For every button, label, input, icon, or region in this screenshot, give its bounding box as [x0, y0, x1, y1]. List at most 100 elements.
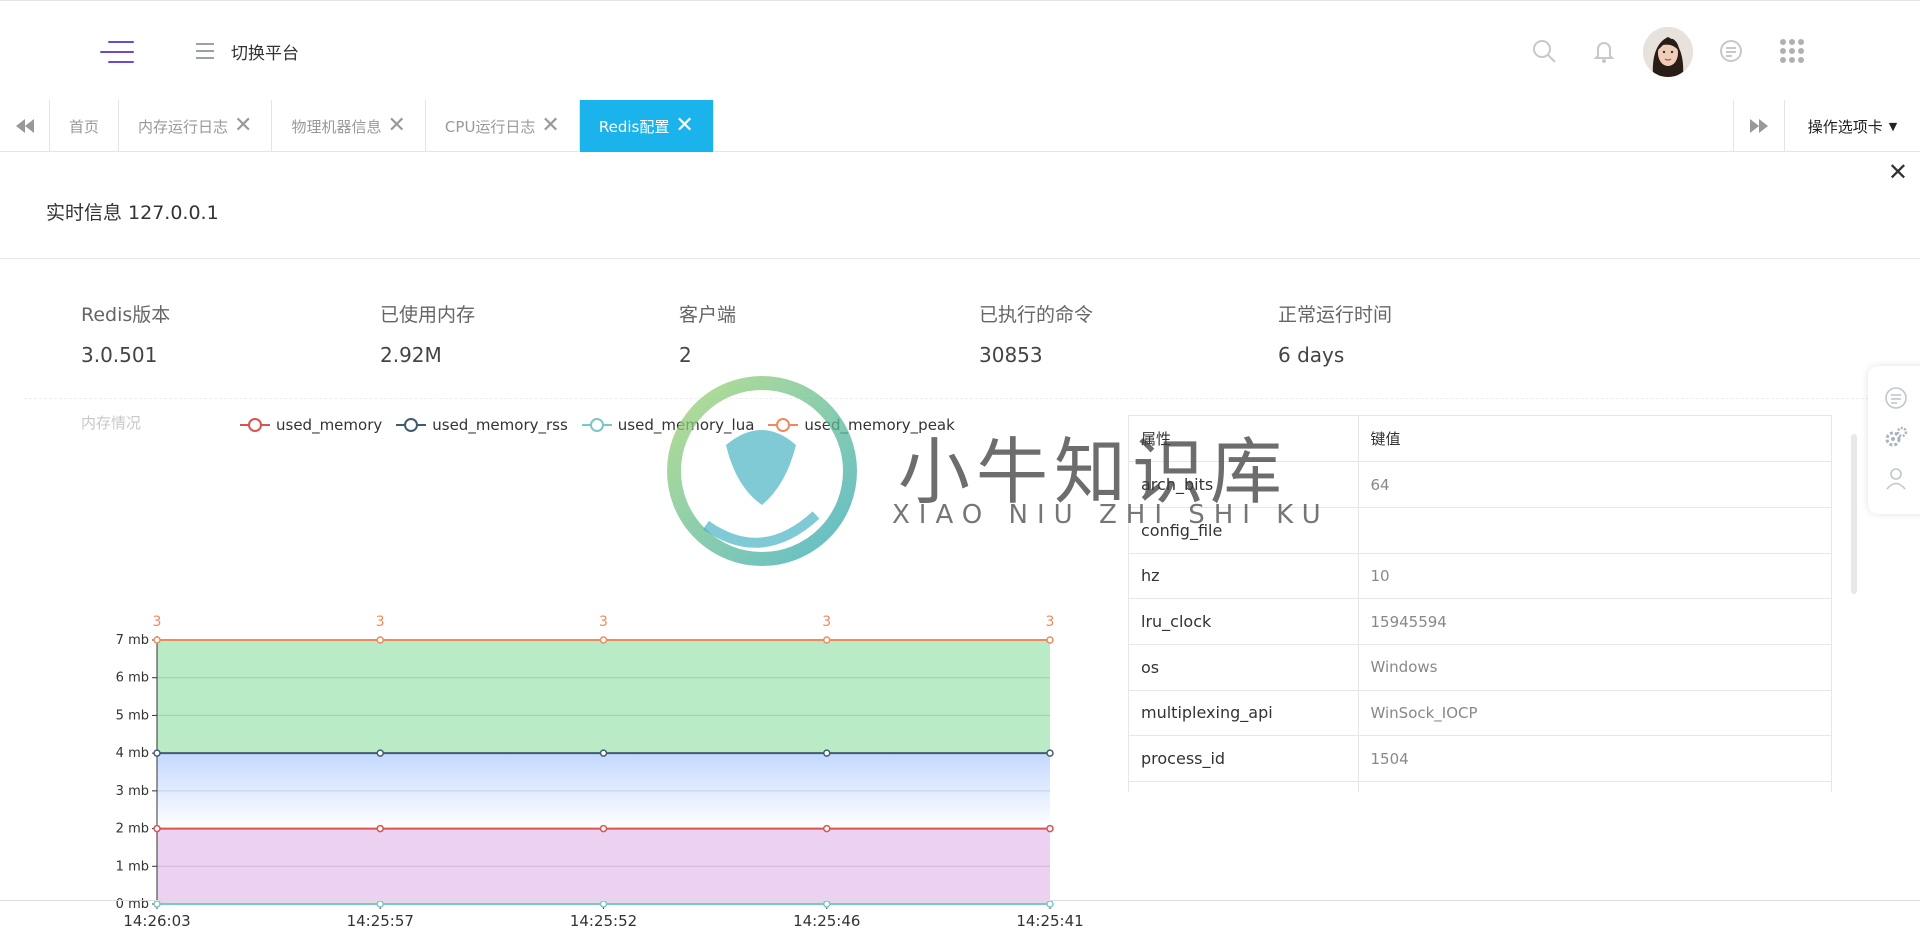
- brand-logo-icon[interactable]: [100, 39, 134, 65]
- y-tick-label: 7 mb: [116, 633, 149, 648]
- apps-grid-icon[interactable]: [1778, 37, 1806, 65]
- area-used-memory-peak: [157, 640, 1050, 754]
- cell-key: multiplexing_api: [1129, 690, 1359, 737]
- data-point: [599, 900, 608, 908]
- data-point: [1046, 749, 1054, 757]
- stat-value: 6 days: [1278, 343, 1345, 367]
- close-icon[interactable]: ✕: [387, 115, 405, 137]
- cell-key: os: [1129, 644, 1359, 691]
- data-point: [823, 900, 831, 908]
- table-scrollbar[interactable]: [1851, 434, 1857, 594]
- cell-key: [1129, 781, 1359, 792]
- stat-redis-version: Redis版本 3.0.501: [81, 300, 361, 367]
- tabs-bar: 首页 内存运行日志 ✕ 物理机器信息 ✕ CPU运行日志 ✕ Redis配置 ✕…: [0, 100, 1920, 152]
- top-header: 切换平台: [0, 0, 1920, 100]
- legend-label: used_memory: [276, 416, 383, 434]
- column-header-value: 键值: [1358, 416, 1831, 463]
- data-point: [1046, 900, 1054, 908]
- table-row: lru_clock 15945594: [1129, 598, 1831, 645]
- panel-close-icon[interactable]: ✕: [1888, 160, 1908, 184]
- legend-item[interactable]: used_memory_lua: [581, 416, 754, 434]
- double-chevron-left-icon: [15, 119, 34, 133]
- cell-key: lru_clock: [1129, 598, 1359, 645]
- data-point: [599, 636, 608, 644]
- stat-value: 2: [679, 343, 692, 367]
- data-point: [599, 824, 608, 833]
- tab-home[interactable]: 首页: [50, 100, 120, 152]
- cell-key: hz: [1129, 553, 1359, 600]
- tab-redis-config[interactable]: Redis配置 ✕: [579, 100, 714, 152]
- data-point: [376, 749, 384, 757]
- table-row: os Windows: [1129, 644, 1831, 691]
- tab-label: Redis配置: [598, 117, 670, 136]
- data-point: [376, 824, 384, 833]
- data-label: 3: [599, 614, 608, 630]
- floating-toolbar: [1868, 366, 1920, 514]
- data-point: [153, 636, 161, 644]
- tab-label: 内存运行日志: [138, 117, 229, 136]
- page-title: 实时信息 127.0.0.1: [46, 202, 219, 224]
- data-point: [153, 900, 161, 908]
- x-tick-label: 14:25:52: [570, 912, 637, 930]
- y-tick-label: 3 mb: [116, 784, 149, 799]
- user-icon[interactable]: [1884, 466, 1908, 490]
- search-icon[interactable]: [1530, 37, 1558, 65]
- stat-label: Redis版本: [81, 304, 171, 326]
- data-label: 3: [153, 614, 162, 630]
- cell-value: [1358, 507, 1831, 554]
- cell-value: WinSock_IOCP: [1358, 690, 1831, 737]
- data-point: [823, 749, 831, 757]
- dashed-divider: [24, 398, 1874, 399]
- stat-uptime: 正常运行时间 6 days: [1278, 300, 1558, 367]
- x-tick-label: 14:25:57: [347, 912, 414, 930]
- data-point: [1046, 636, 1054, 644]
- chat-icon[interactable]: [1884, 386, 1908, 410]
- tab-label: 首页: [69, 117, 100, 136]
- message-icon[interactable]: [1717, 37, 1745, 65]
- cell-value: 1504: [1358, 735, 1831, 782]
- stat-value: 3.0.501: [81, 343, 158, 367]
- bell-icon[interactable]: [1590, 37, 1618, 65]
- tab-cpu-log[interactable]: CPU运行日志 ✕: [426, 100, 580, 152]
- data-label: 3: [376, 614, 385, 630]
- user-avatar[interactable]: [1643, 27, 1693, 77]
- legend-swatch: [768, 418, 799, 432]
- memory-section-label: 内存情况: [81, 414, 142, 432]
- cell-value: 64: [1358, 461, 1831, 508]
- table-row: multiplexing_api WinSock_IOCP: [1129, 690, 1831, 737]
- double-chevron-right-icon: [1749, 119, 1768, 133]
- cell-value: Windows: [1358, 644, 1831, 691]
- tab-list: 首页 内存运行日志 ✕ 物理机器信息 ✕ CPU运行日志 ✕ Redis配置 ✕: [50, 100, 714, 152]
- data-point: [1046, 824, 1054, 833]
- legend-item[interactable]: used_memory_rss: [396, 416, 568, 434]
- caret-down-icon: ▼: [1888, 119, 1898, 133]
- cell-key: process_id: [1129, 735, 1359, 782]
- stat-label: 正常运行时间: [1278, 304, 1393, 326]
- legend-swatch: [581, 418, 612, 432]
- tab-machine-info[interactable]: 物理机器信息 ✕: [272, 100, 426, 152]
- data-point: [153, 824, 161, 833]
- legend-label: used_memory_rss: [432, 416, 568, 434]
- stat-label: 客户端: [679, 304, 737, 326]
- tab-operations-label: 操作选项卡: [1807, 117, 1883, 136]
- data-point: [599, 749, 608, 757]
- tab-memory-log[interactable]: 内存运行日志 ✕: [119, 100, 273, 152]
- y-tick-label: 2 mb: [116, 822, 149, 837]
- switch-platform-link[interactable]: 切换平台: [231, 39, 299, 64]
- x-tick-label: 14:25:46: [793, 912, 860, 930]
- divider: [0, 258, 1920, 259]
- close-icon[interactable]: ✕: [541, 115, 559, 137]
- tab-operations-dropdown[interactable]: 操作选项卡 ▼: [1784, 100, 1920, 152]
- tabs-scroll-left-button[interactable]: [0, 100, 50, 152]
- legend-swatch: [240, 418, 270, 432]
- settings-gears-icon[interactable]: [1884, 426, 1908, 450]
- hamburger-menu-icon[interactable]: [196, 43, 214, 59]
- data-label: 3: [1046, 614, 1055, 630]
- cell-value: 10: [1358, 553, 1831, 600]
- close-icon[interactable]: ✕: [234, 115, 252, 137]
- legend-item[interactable]: used_memory: [240, 416, 382, 434]
- stat-label: 已使用内存: [380, 304, 476, 326]
- close-icon[interactable]: ✕: [675, 115, 693, 137]
- tabs-scroll-right-button[interactable]: [1733, 100, 1783, 152]
- stat-used-memory: 已使用内存 2.92M: [380, 300, 660, 367]
